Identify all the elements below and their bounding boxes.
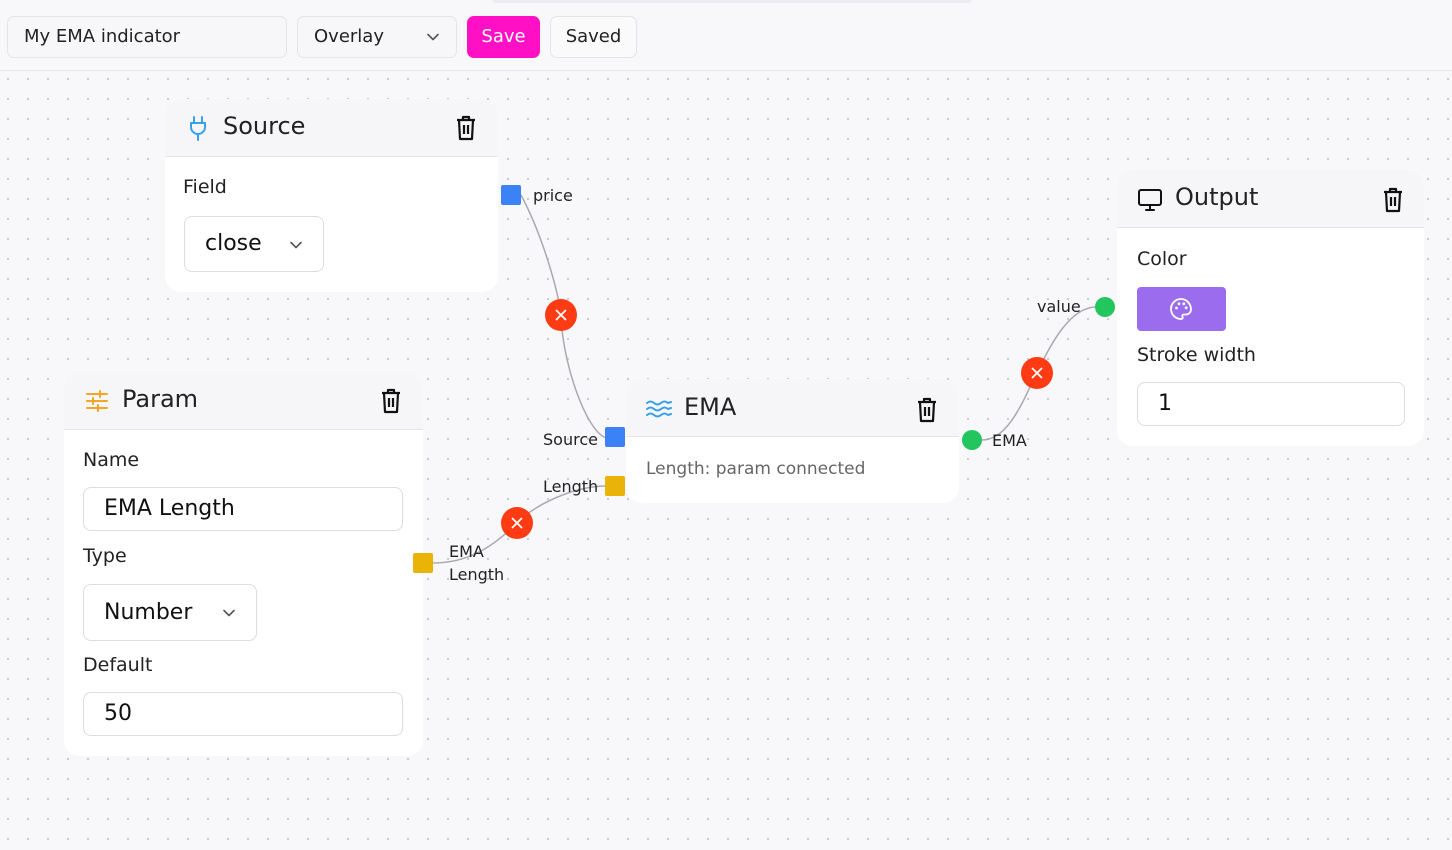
- param-default-label: Default: [83, 654, 153, 676]
- chevron-down-icon: [290, 241, 302, 249]
- output-value-input-label: value: [1037, 297, 1081, 316]
- ema-node-description: Length: param connected: [646, 459, 866, 479]
- display-mode-value: Overlay: [314, 26, 384, 47]
- chevron-down-icon: [223, 609, 235, 617]
- param-output-label-line2: Length: [449, 565, 505, 584]
- output-color-picker[interactable]: [1137, 287, 1226, 331]
- delete-edge-length-button[interactable]: [501, 507, 533, 539]
- toolbar-top-accent: [492, 0, 972, 3]
- monitor-icon: [1138, 189, 1162, 211]
- param-output-label-line1: EMA: [449, 542, 484, 561]
- source-node-header[interactable]: Source: [165, 99, 498, 157]
- param-node-title: Param: [122, 385, 199, 413]
- ema-source-input-handle[interactable]: [605, 427, 625, 447]
- delete-edge-price-button[interactable]: [545, 299, 577, 331]
- indicator-name-input[interactable]: My EMA indicator: [7, 16, 287, 58]
- toolbar: My EMA indicator Overlay Save Saved: [0, 0, 1452, 71]
- palette-icon: [1170, 298, 1192, 320]
- trash-icon[interactable]: [380, 388, 402, 414]
- save-button[interactable]: Save: [467, 16, 540, 58]
- param-default-input[interactable]: 50: [83, 692, 403, 736]
- ema-node[interactable]: EMA Length: param connected: [626, 379, 959, 503]
- source-price-output-label: price: [533, 186, 573, 205]
- saved-status-button[interactable]: Saved: [550, 16, 637, 58]
- ema-node-title: EMA: [684, 393, 737, 421]
- output-value-input-handle[interactable]: [1095, 297, 1115, 317]
- output-node-title: Output: [1175, 183, 1259, 211]
- param-name-input[interactable]: EMA Length: [83, 487, 403, 531]
- param-type-label: Type: [83, 545, 127, 567]
- output-color-label: Color: [1137, 248, 1187, 270]
- ema-output-label: EMA: [992, 431, 1027, 450]
- output-node[interactable]: Output Color Stroke width 1: [1117, 170, 1424, 446]
- ema-length-input-label: Length: [543, 477, 599, 496]
- source-field-value: close: [205, 231, 262, 256]
- source-field-label: Field: [183, 176, 227, 198]
- param-node[interactable]: Param Name EMA Length Type Number Defaul…: [64, 372, 423, 756]
- sliders-icon: [86, 390, 108, 412]
- output-stroke-label: Stroke width: [1137, 344, 1256, 366]
- ema-output-handle[interactable]: [962, 430, 982, 450]
- delete-edge-ema-button[interactable]: [1021, 357, 1053, 389]
- param-type-value: Number: [104, 600, 193, 625]
- output-stroke-width-input[interactable]: 1: [1137, 382, 1405, 426]
- source-field-select[interactable]: close: [184, 216, 324, 272]
- source-node[interactable]: Source Field close: [165, 99, 498, 292]
- trash-icon[interactable]: [455, 115, 477, 141]
- app-root: My EMA indicator Overlay Save Saved Sour…: [0, 0, 1452, 850]
- param-output-handle[interactable]: [413, 553, 433, 573]
- display-mode-select[interactable]: Overlay: [297, 16, 457, 58]
- ema-node-header[interactable]: EMA: [626, 379, 959, 437]
- ema-length-input-handle[interactable]: [605, 476, 625, 496]
- close-icon: [1031, 367, 1043, 379]
- close-icon: [555, 309, 567, 321]
- waves-icon: [646, 400, 672, 418]
- source-node-title: Source: [223, 112, 306, 140]
- param-type-select[interactable]: Number: [83, 584, 257, 641]
- plug-icon: [190, 116, 206, 141]
- ema-source-input-label: Source: [543, 430, 598, 449]
- source-price-output-handle[interactable]: [501, 185, 521, 205]
- output-node-header[interactable]: Output: [1117, 170, 1424, 228]
- close-icon: [511, 517, 523, 529]
- param-node-header[interactable]: Param: [64, 372, 423, 430]
- trash-icon[interactable]: [1382, 187, 1404, 213]
- param-name-label: Name: [83, 449, 140, 471]
- trash-icon[interactable]: [916, 397, 938, 423]
- chevron-down-icon: [427, 33, 439, 41]
